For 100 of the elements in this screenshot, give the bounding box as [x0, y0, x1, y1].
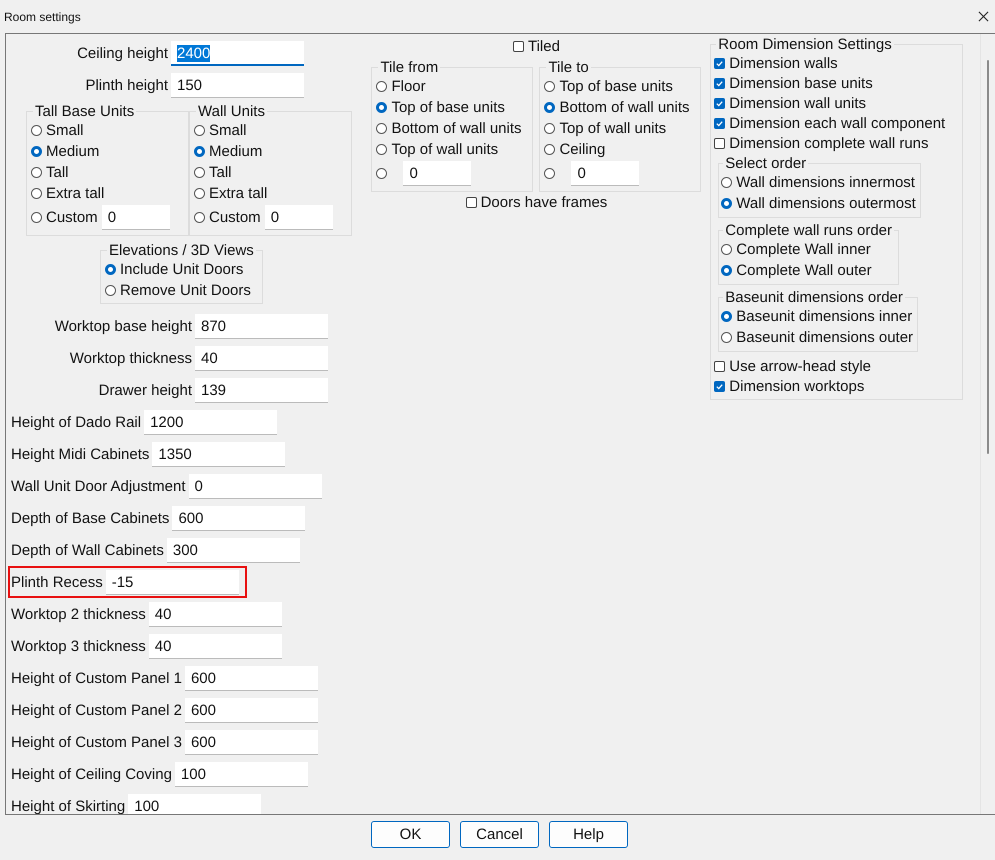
checkbox-label[interactable]: Use arrow-head style [729, 358, 872, 374]
dialog-button[interactable]: OK [371, 821, 450, 848]
radio-button[interactable] [31, 167, 42, 178]
radio-button[interactable] [721, 332, 732, 343]
option-label[interactable]: Custom [46, 209, 98, 226]
radio-button[interactable] [544, 168, 556, 179]
radio-button[interactable] [376, 102, 388, 113]
checkbox[interactable] [714, 58, 726, 68]
option-label[interactable]: Medium [209, 143, 262, 160]
checkbox-label[interactable]: Dimension each wall component [729, 114, 946, 132]
radio-button[interactable] [194, 188, 205, 199]
checkbox[interactable] [714, 98, 726, 108]
option-label[interactable]: Ceiling [559, 141, 606, 158]
input-field[interactable]: 600 [184, 666, 318, 690]
checkbox[interactable] [714, 138, 726, 148]
radio-button[interactable] [31, 212, 42, 223]
option-label[interactable]: Custom [209, 209, 261, 226]
checkbox[interactable] [512, 40, 524, 52]
radio-button[interactable] [376, 144, 388, 155]
input-field[interactable]: 0 [403, 161, 472, 186]
input-field[interactable]: 0 [264, 205, 333, 230]
radio-button[interactable] [376, 81, 388, 92]
radio-button[interactable] [105, 285, 116, 296]
option-label[interactable]: Small [46, 122, 84, 139]
radio-button[interactable] [376, 168, 388, 179]
radio-button[interactable] [721, 198, 732, 209]
checkbox-label[interactable]: Doors have frames [480, 194, 608, 210]
radio-button[interactable] [721, 311, 732, 322]
radio-button[interactable] [721, 244, 732, 255]
input-field[interactable]: 40 [148, 634, 282, 658]
input-field[interactable]: 1200 [144, 410, 278, 434]
option-label[interactable]: Complete Wall inner [736, 241, 871, 258]
input-field[interactable]: 0 [571, 161, 640, 186]
checkbox[interactable] [714, 78, 726, 88]
input-field[interactable]: 2400 [171, 40, 304, 66]
option-label[interactable]: Medium [46, 143, 100, 160]
radio-button[interactable] [105, 264, 116, 275]
option-label[interactable]: Wall dimensions outermost [736, 195, 916, 212]
checkbox-label[interactable]: Tiled [528, 38, 560, 54]
checkbox-label[interactable]: Dimension wall units [729, 94, 866, 112]
dialog-button[interactable]: Help [549, 821, 628, 848]
radio-button[interactable] [194, 167, 205, 178]
radio-button[interactable] [544, 81, 556, 92]
option-label[interactable]: Extra tall [209, 185, 268, 202]
option-label[interactable]: Top of wall units [559, 120, 666, 137]
checkbox-label[interactable]: Dimension complete wall runs [729, 134, 929, 152]
radio-button[interactable] [544, 102, 556, 113]
input-field[interactable]: 600 [172, 506, 306, 530]
radio-button[interactable] [544, 144, 556, 155]
radio-button[interactable] [31, 188, 42, 199]
option-label[interactable]: Tall [46, 164, 69, 181]
radio-button[interactable] [376, 123, 388, 134]
radio-button[interactable] [31, 125, 42, 136]
input-field[interactable]: 600 [184, 698, 318, 722]
checkbox[interactable] [466, 196, 477, 208]
checkbox-label[interactable]: Dimension worktops [729, 378, 864, 394]
checkbox-label[interactable]: Dimension walls [729, 54, 838, 72]
field-label: Worktop base height [54, 318, 193, 334]
input-field[interactable]: 1350 [152, 442, 286, 466]
option-label[interactable]: Baseunit dimensions inner [736, 308, 912, 325]
radio-button[interactable] [194, 212, 205, 223]
option-label[interactable]: Include Unit Doors [120, 261, 244, 278]
input-field[interactable]: 150 [171, 72, 304, 98]
input-field[interactable]: -15 [106, 570, 239, 594]
input-field[interactable]: 870 [195, 314, 328, 338]
group-title: Select order [724, 155, 808, 172]
input-field[interactable]: 0 [188, 474, 322, 498]
option-label[interactable]: Bottom of wall units [391, 120, 522, 137]
option-label[interactable]: Complete Wall outer [736, 262, 872, 279]
radio-button[interactable] [721, 265, 732, 276]
option-label[interactable]: Bottom of wall units [559, 99, 690, 116]
option-label[interactable]: Remove Unit Doors [120, 282, 251, 299]
option-label[interactable]: Baseunit dimensions outer [736, 329, 914, 346]
radio-button[interactable] [194, 146, 205, 157]
input-field[interactable]: 100 [128, 794, 262, 814]
checkbox[interactable] [714, 360, 726, 372]
input-field[interactable]: 139 [195, 378, 328, 402]
radio-button[interactable] [31, 146, 42, 157]
option-label[interactable]: Extra tall [46, 185, 104, 202]
radio-button[interactable] [721, 177, 732, 188]
dialog-button[interactable]: Cancel [460, 821, 539, 848]
checkbox[interactable] [714, 118, 726, 128]
radio-button[interactable] [194, 125, 205, 136]
checkbox[interactable] [714, 380, 726, 392]
option-label[interactable]: Small [209, 122, 247, 139]
radio-button[interactable] [544, 123, 556, 134]
input-field[interactable]: 0 [102, 205, 170, 230]
option-label[interactable]: Wall dimensions innermost [736, 174, 915, 191]
option-label[interactable]: Floor [391, 78, 426, 95]
input-field[interactable]: 300 [166, 538, 300, 562]
option-label[interactable]: Top of wall units [391, 141, 498, 158]
option-label[interactable]: Tall [209, 164, 232, 181]
close-icon[interactable] [978, 11, 989, 22]
input-field[interactable]: 40 [148, 602, 282, 626]
input-field[interactable]: 600 [184, 730, 318, 754]
option-label[interactable]: Top of base units [391, 99, 505, 116]
input-field[interactable]: 100 [174, 762, 308, 786]
option-label[interactable]: Top of base units [559, 78, 673, 95]
input-field[interactable]: 40 [195, 346, 328, 370]
checkbox-label[interactable]: Dimension base units [729, 74, 873, 92]
